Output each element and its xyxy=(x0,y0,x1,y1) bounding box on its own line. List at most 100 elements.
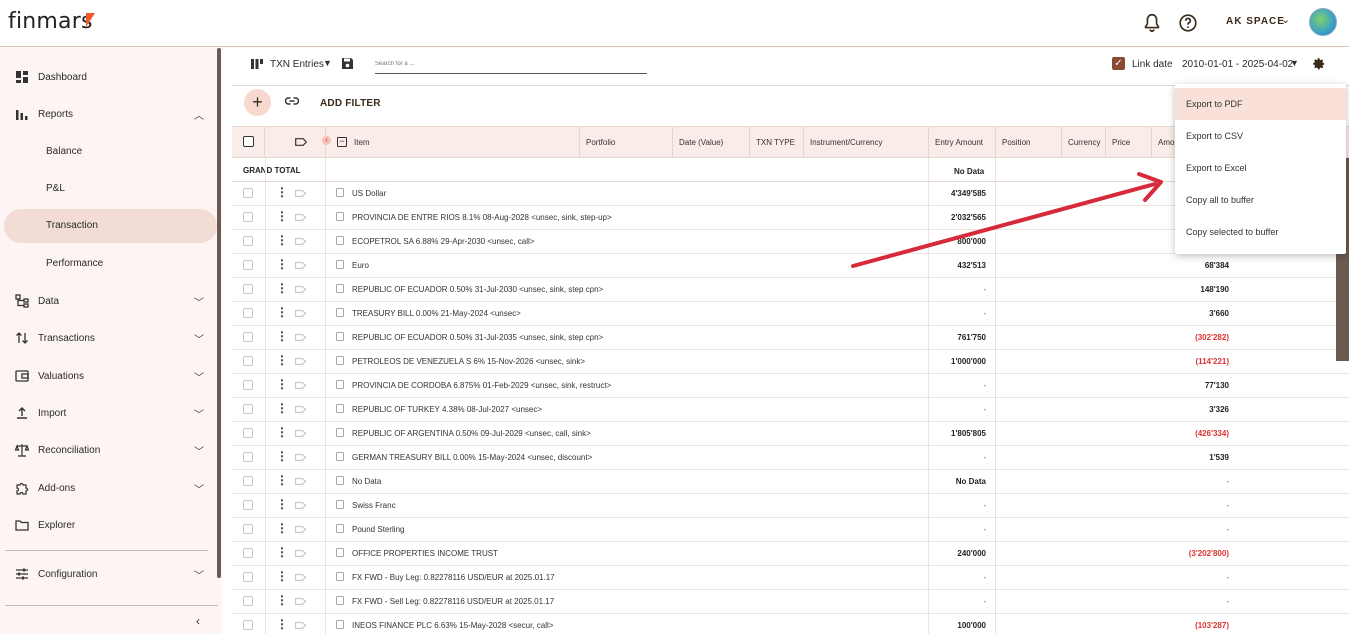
row-document-icon[interactable] xyxy=(336,212,344,221)
row-document-icon[interactable] xyxy=(336,332,344,341)
table-row[interactable]: ⋮ INEOS FINANCE PLC 6.63% 15-May-2028 <se… xyxy=(232,614,1349,634)
row-document-icon[interactable] xyxy=(336,356,344,365)
row-tag-icon[interactable] xyxy=(295,526,306,533)
row-menu-icon[interactable]: ⋮ xyxy=(276,521,288,535)
row-tag-icon[interactable] xyxy=(295,550,306,557)
row-document-icon[interactable] xyxy=(336,452,344,461)
save-icon[interactable] xyxy=(341,57,354,70)
row-tag-icon[interactable] xyxy=(295,238,306,245)
chevron-down-icon[interactable]: ﹀ xyxy=(194,294,204,309)
row-menu-icon[interactable]: ⋮ xyxy=(276,593,288,607)
row-tag-icon[interactable] xyxy=(295,598,306,605)
collapse-arrow-icon[interactable]: ‹ xyxy=(322,136,331,145)
row-checkbox[interactable] xyxy=(243,452,253,462)
row-menu-icon[interactable]: ⋮ xyxy=(276,617,288,631)
row-menu-icon[interactable]: ⋮ xyxy=(276,497,288,511)
table-row[interactable]: ⋮ FX FWD - Sell Leg: 0.82278116 USD/EUR a… xyxy=(232,590,1349,614)
row-tag-icon[interactable] xyxy=(295,190,306,197)
row-menu-icon[interactable]: ⋮ xyxy=(276,185,288,199)
export-pdf-item[interactable]: Export to PDF xyxy=(1175,88,1346,120)
row-document-icon[interactable] xyxy=(336,284,344,293)
sidebar-item-configuration[interactable]: Configuration ﹀ xyxy=(0,557,218,591)
add-filter-button[interactable]: + xyxy=(244,89,271,116)
sidebar-item-balance[interactable]: Balance xyxy=(0,135,218,169)
app-logo[interactable]: finmars xyxy=(8,9,93,34)
row-document-icon[interactable] xyxy=(336,188,344,197)
row-menu-icon[interactable]: ⋮ xyxy=(276,353,288,367)
row-document-icon[interactable] xyxy=(336,404,344,413)
table-row[interactable]: ⋮ OFFICE PROPERTIES INCOME TRUST 240'000 (3… xyxy=(232,542,1349,566)
row-menu-icon[interactable]: ⋮ xyxy=(276,473,288,487)
row-tag-icon[interactable] xyxy=(295,478,306,485)
date-range-selector[interactable]: 2010-01-01 - 2025-04-02 xyxy=(1182,59,1293,70)
column-header-txn-type[interactable]: TXN TYPE xyxy=(750,127,804,158)
row-menu-icon[interactable]: ⋮ xyxy=(276,569,288,583)
column-header-instrument[interactable]: Instrument/Currency xyxy=(804,127,929,158)
sidebar-collapse-button[interactable]: ‹ xyxy=(196,614,200,628)
sidebar-item-valuations[interactable]: Valuations ﹀ xyxy=(0,359,218,393)
row-tag-icon[interactable] xyxy=(295,454,306,461)
row-menu-icon[interactable]: ⋮ xyxy=(276,449,288,463)
row-document-icon[interactable] xyxy=(336,596,344,605)
space-selector[interactable]: AK SPACE xyxy=(1226,16,1285,27)
row-checkbox[interactable] xyxy=(243,260,253,270)
caret-down-icon[interactable]: ▼ xyxy=(1290,58,1299,68)
row-menu-icon[interactable]: ⋮ xyxy=(276,257,288,271)
sidebar-item-explorer[interactable]: Explorer xyxy=(0,508,218,542)
table-row[interactable]: ⋮ GERMAN TREASURY BILL 0.00% 15-May-2024 … xyxy=(232,446,1349,470)
select-all-checkbox[interactable] xyxy=(243,136,254,147)
table-row[interactable]: ⋮ REPUBLIC OF TURKEY 4.38% 08-Jul-2027 <u… xyxy=(232,398,1349,422)
row-checkbox[interactable] xyxy=(243,380,253,390)
table-row[interactable]: ⋮ TREASURY BILL 0.00% 21-May-2024 <unsec>… xyxy=(232,302,1349,326)
column-header-price[interactable]: Price xyxy=(1106,127,1152,158)
table-row[interactable]: ⋮ PETROLEOS DE VENEZUELA S 6% 15-Nov-2026… xyxy=(232,350,1349,374)
row-tag-icon[interactable] xyxy=(295,622,306,629)
row-tag-icon[interactable] xyxy=(295,430,306,437)
row-menu-icon[interactable]: ⋮ xyxy=(276,329,288,343)
space-caret-icon[interactable]: ⌄ xyxy=(1281,13,1290,26)
row-tag-icon[interactable] xyxy=(295,358,306,365)
chevron-down-icon[interactable]: ﹀ xyxy=(194,443,204,458)
row-tag-icon[interactable] xyxy=(295,286,306,293)
export-excel-item[interactable]: Export to Excel xyxy=(1175,152,1346,184)
row-menu-icon[interactable]: ⋮ xyxy=(276,377,288,391)
row-tag-icon[interactable] xyxy=(295,334,306,341)
row-checkbox[interactable] xyxy=(243,620,253,630)
row-document-icon[interactable] xyxy=(336,236,344,245)
table-row[interactable]: ⋮ Swiss Franc - - xyxy=(232,494,1349,518)
gear-icon[interactable] xyxy=(1312,57,1326,71)
row-checkbox[interactable] xyxy=(243,596,253,606)
chevron-up-icon[interactable]: ︿ xyxy=(194,107,204,122)
row-checkbox[interactable] xyxy=(243,284,253,294)
table-row[interactable]: ⋮ FX FWD - Buy Leg: 0.82278116 USD/EUR at… xyxy=(232,566,1349,590)
row-checkbox[interactable] xyxy=(243,572,253,582)
layout-icon[interactable] xyxy=(251,58,263,70)
caret-down-icon[interactable]: ▼ xyxy=(323,58,332,68)
search-input[interactable] xyxy=(375,55,647,74)
sidebar-item-performance[interactable]: Performance xyxy=(0,247,218,281)
chevron-down-icon[interactable]: ﹀ xyxy=(194,567,204,582)
row-checkbox[interactable] xyxy=(243,212,253,222)
row-document-icon[interactable] xyxy=(336,260,344,269)
row-document-icon[interactable] xyxy=(336,524,344,533)
column-header-item[interactable]: Item xyxy=(326,127,580,158)
sidebar-item-transaction[interactable]: Transaction xyxy=(4,209,217,243)
link-icon[interactable] xyxy=(285,96,299,106)
column-header-date[interactable]: Date (Value) xyxy=(673,127,750,158)
row-document-icon[interactable] xyxy=(336,548,344,557)
row-tag-icon[interactable] xyxy=(295,502,306,509)
chevron-down-icon[interactable]: ﹀ xyxy=(194,369,204,384)
column-header-entry-amount[interactable]: Entry Amount xyxy=(929,127,996,158)
sidebar-item-reports[interactable]: Reports ︿ xyxy=(0,97,218,131)
row-checkbox[interactable] xyxy=(243,308,253,318)
row-checkbox[interactable] xyxy=(243,404,253,414)
row-checkbox[interactable] xyxy=(243,548,253,558)
row-tag-icon[interactable] xyxy=(295,574,306,581)
link-date-checkbox[interactable]: ✓ xyxy=(1112,57,1125,70)
help-icon[interactable] xyxy=(1177,12,1199,34)
sidebar-item-import[interactable]: Import ﹀ xyxy=(0,396,218,430)
chevron-down-icon[interactable]: ﹀ xyxy=(194,331,204,346)
table-row[interactable]: ⋮ REPUBLIC OF ECUADOR 0.50% 31-Jul-2035 <… xyxy=(232,326,1349,350)
row-checkbox[interactable] xyxy=(243,428,253,438)
row-document-icon[interactable] xyxy=(336,380,344,389)
